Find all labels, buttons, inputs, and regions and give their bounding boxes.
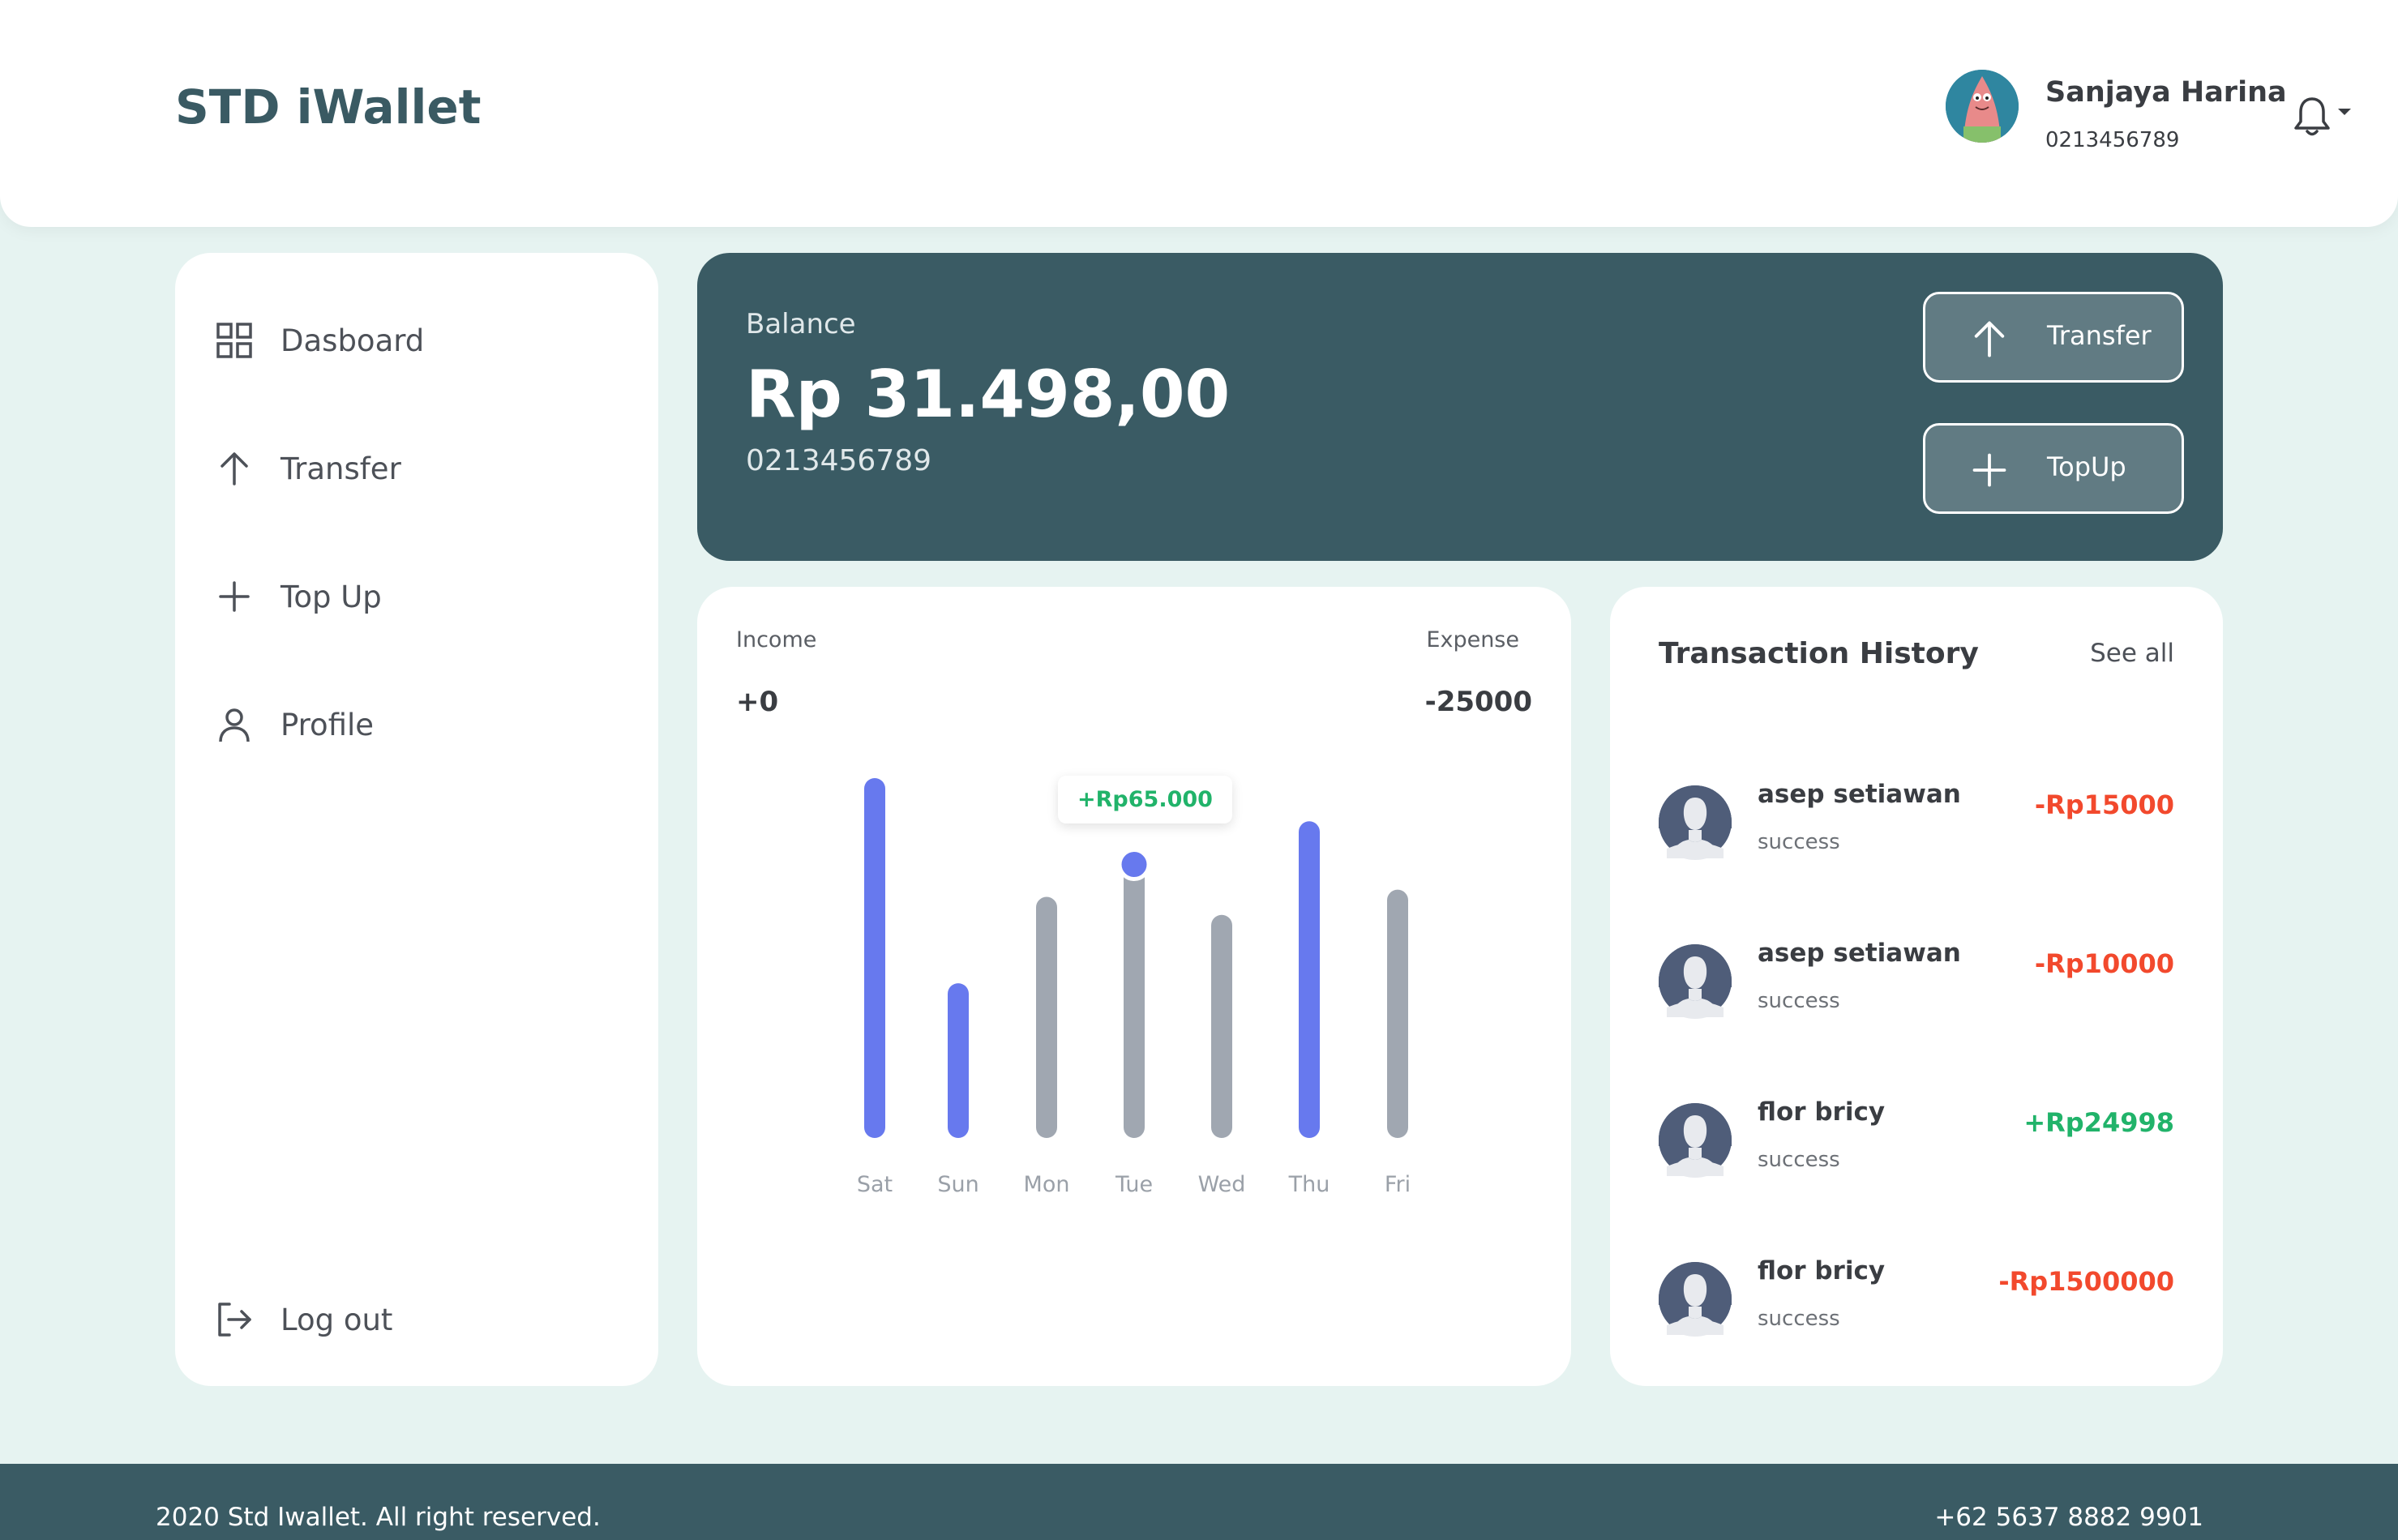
transaction-status: success [1758,989,1840,1013]
footer-phone: +62 5637 8882 9901 [1934,1503,2203,1532]
topup-button-label: TopUp [2047,451,2126,482]
user-icon [214,704,255,745]
transaction-row[interactable]: asep setiawan success -Rp10000 [1659,939,2174,1023]
chart-tick-label: Sat [857,1172,893,1197]
transaction-amount: +Rp24998 [2023,1107,2174,1138]
sidebar-item-label: Profile [280,707,375,742]
grid-icon [214,320,255,361]
chart-tick-label: Fri [1385,1172,1411,1197]
logout-label: Log out [280,1302,393,1337]
chart-tick-label: Wed [1198,1172,1246,1197]
sidebar-item-topup[interactable]: Top Up [214,572,619,621]
transaction-row[interactable]: asep setiawan success -Rp15000 [1659,780,2174,864]
chart-bar-sun[interactable] [948,983,969,1138]
balance-amount: Rp 31.498,00 [746,357,1231,432]
chart-tick-label: Thu [1288,1172,1330,1197]
chart-bar-mon[interactable] [1036,896,1057,1138]
weekly-bar-chart: Sat Sun Mon Tue Wed Thu Fri [857,778,1411,1197]
transaction-amount: -Rp15000 [2034,789,2174,820]
transaction-name: flor bricy [1758,1097,1886,1127]
chart-bar-thu[interactable] [1299,821,1320,1138]
balance-label: Balance [746,308,856,340]
transaction-name: asep setiawan [1758,780,1961,809]
transaction-status: success [1758,1148,1840,1172]
transfer-button[interactable]: Transfer [1923,292,2184,383]
balance-phone: 0213456789 [746,444,932,477]
user-avatar-icon [1659,944,1732,1019]
arrow-up-icon [1974,321,2005,357]
sidebar-item-label: Dasboard [280,323,425,358]
chart-bar-fri[interactable] [1387,889,1408,1138]
footer-copyright: 2020 Std Iwallet. All right reserved. [156,1503,601,1532]
avatar-image [1946,70,2019,143]
sidebar-item-transfer[interactable]: Transfer [214,444,619,493]
top-header: STD iWallet Sanjaya Harina 0213456789 [0,0,2398,227]
transaction-status: success [1758,830,1840,854]
transaction-history-title: Transaction History [1659,637,1979,670]
chart-highlight-dot[interactable] [1117,848,1151,882]
chart-tooltip: +Rp65.000 [1058,775,1232,823]
transaction-name: flor bricy [1758,1256,1886,1285]
topup-button[interactable]: TopUp [1923,423,2184,514]
income-expense-card: Income +0 Expense -25000 Sat Sun Mon Tue Wed… [697,587,1571,1386]
chevron-down-icon [2338,109,2351,115]
logout-button[interactable]: Log out [214,1295,619,1344]
logout-icon [214,1299,255,1340]
transaction-amount: -Rp1500000 [1998,1266,2174,1297]
transfer-button-label: Transfer [2047,320,2152,351]
chart-tick-label: Mon [1024,1172,1070,1197]
user-avatar-icon [1659,1262,1732,1337]
bell-icon [2294,97,2351,136]
plus-icon [1972,453,2006,487]
sidebar: Dasboard Transfer Top Up Profile Log out [175,253,658,1386]
user-avatar-icon [1659,1103,1732,1178]
arrow-up-icon [214,448,255,489]
chart-tick-label: Sun [937,1172,978,1197]
see-all-link[interactable]: See all [2090,639,2174,668]
transaction-row[interactable]: flor bricy success -Rp1500000 [1659,1256,2174,1341]
transaction-row[interactable]: flor bricy success +Rp24998 [1659,1097,2174,1182]
chart-bar-tue[interactable] [1124,864,1145,1138]
sidebar-item-profile[interactable]: Profile [214,700,619,749]
transaction-history-card: Transaction History See all asep setiawa… [1610,587,2223,1386]
transaction-name: asep setiawan [1758,939,1961,968]
balance-card: Balance Rp 31.498,00 0213456789 Transfer… [697,253,2223,561]
notification-button[interactable] [2293,91,2354,139]
sidebar-item-dashboard[interactable]: Dasboard [214,316,619,365]
user-avatar-icon [1659,785,1732,860]
brand-logo[interactable]: STD iWallet [175,79,481,135]
sidebar-item-label: Transfer [280,451,401,486]
transaction-amount: -Rp10000 [2034,948,2174,979]
footer: 2020 Std Iwallet. All right reserved. +6… [0,1464,2398,1540]
user-name: Sanjaya Harina [2045,76,2287,109]
chart-bar-wed[interactable] [1211,914,1232,1138]
chart-bar-sat[interactable] [864,778,885,1138]
plus-icon [214,576,255,617]
transaction-status: success [1758,1307,1840,1331]
user-phone: 0213456789 [2045,128,2180,152]
sidebar-item-label: Top Up [280,579,382,614]
user-avatar[interactable] [1946,70,2019,143]
chart-tick-label: Tue [1115,1172,1153,1197]
